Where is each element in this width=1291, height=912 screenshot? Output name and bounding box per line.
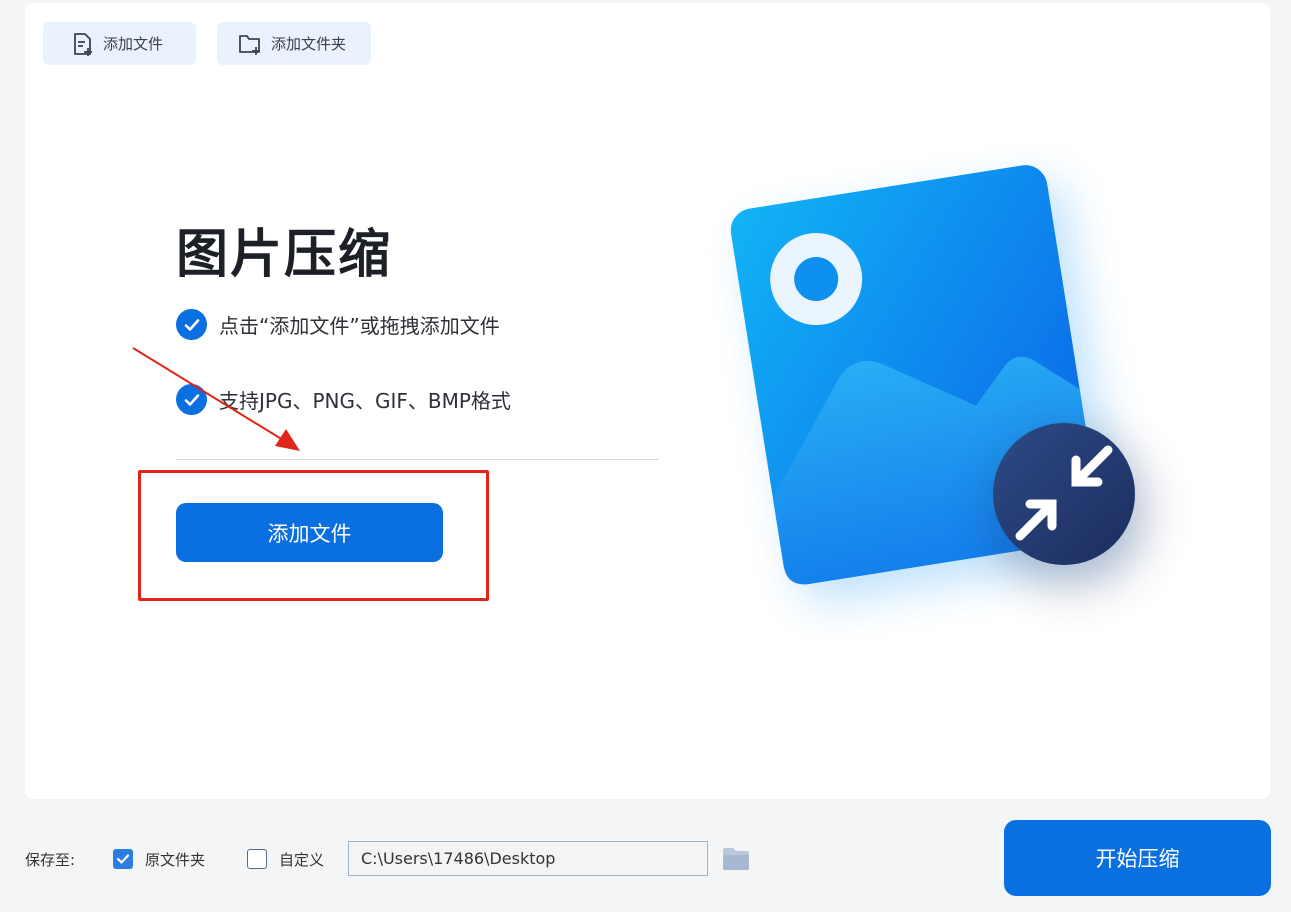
tip-text: 点击“添加文件”或拖拽添加文件: [219, 314, 500, 338]
original-folder-label[interactable]: 原文件夹: [145, 849, 205, 870]
tip-text: 支持JPG、PNG、GIF、BMP格式: [219, 389, 511, 413]
custom-folder-label[interactable]: 自定义: [279, 849, 324, 870]
check-icon: [176, 384, 207, 415]
add-folder-toolbar-button[interactable]: 添加文件夹: [217, 22, 371, 65]
divider: [176, 459, 659, 460]
original-folder-checkbox[interactable]: [113, 849, 133, 869]
check-icon: [176, 309, 207, 340]
tip-drag-add: 点击“添加文件”或拖拽添加文件: [176, 309, 500, 340]
custom-folder-checkbox[interactable]: [247, 849, 267, 869]
checkmark-icon: [116, 854, 130, 864]
add-file-toolbar-button[interactable]: 添加文件: [43, 22, 196, 65]
page-title: 图片压缩: [176, 225, 393, 285]
start-compress-button[interactable]: 开始压缩: [1004, 820, 1271, 896]
add-file-toolbar-label: 添加文件: [103, 35, 164, 53]
tip-formats: 支持JPG、PNG、GIF、BMP格式: [176, 384, 511, 415]
image-compress-illustration: [730, 165, 1150, 602]
save-path-input[interactable]: C:\Users\17486\Desktop: [348, 841, 708, 876]
annotation-highlight-box: [138, 470, 489, 601]
add-folder-icon: [239, 34, 260, 55]
folder-icon[interactable]: [722, 846, 750, 872]
save-to-label: 保存至:: [25, 851, 76, 869]
add-file-icon: [74, 32, 92, 56]
add-folder-toolbar-label: 添加文件夹: [271, 35, 347, 53]
